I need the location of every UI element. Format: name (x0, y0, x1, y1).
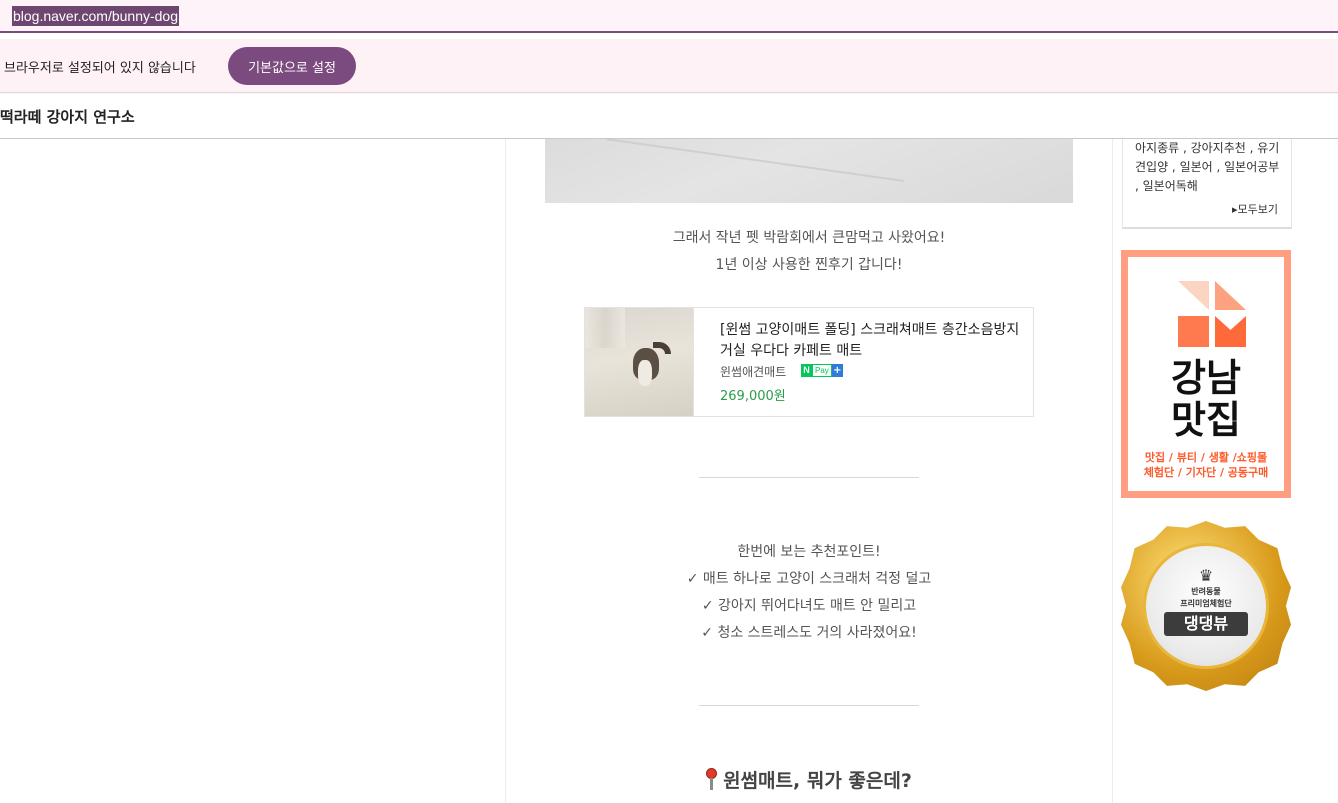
tag-list[interactable]: 아지종류 , 강아지추천 , 유기견입양 , 일본어 , 일본어공부 , 일본어… (1135, 139, 1285, 196)
product-thumbnail[interactable] (585, 308, 694, 416)
badge-inner: ♛ 반려동물 프리미엄체험단 댕댕뷰 (1143, 543, 1269, 669)
product-store: 윈썸애견매트 (720, 365, 787, 379)
crown-icon: ♛ (1198, 566, 1214, 585)
ad-inner: 강남 맛집 맛집 / 뷰티 / 생활 /쇼핑몰 체험단 / 기자단 / 공동구매 (1128, 257, 1284, 491)
npay-n-label: N (801, 364, 812, 377)
set-default-button[interactable]: 기본값으로 설정 (228, 47, 356, 85)
section-divider (699, 705, 919, 706)
post-image (545, 139, 1073, 203)
blog-header: 떡라떼 강아지 연구소 (0, 94, 1338, 139)
post-text-line: 그래서 작년 펫 박람회에서 큰맘먹고 사왔어요! (672, 230, 946, 246)
address-bar[interactable]: blog.naver.com/bunny-dog (0, 0, 1338, 33)
points-line: ✓ 청소 스트레스도 거의 사라졌어요! (701, 625, 917, 641)
tag-cloud-box: 아지종류 , 강아지추천 , 유기견입양 , 일본어 , 일본어공부 , 일본어… (1122, 139, 1292, 229)
badge-text: 프리미엄체험단 (1180, 599, 1232, 608)
points-line: ✓ 강아지 뛰어다녀도 매트 안 밀리고 (701, 598, 917, 614)
product-card[interactable]: [윈썸 고양이매트 폴딩] 스크래쳐매트 층간소음방지 거실 우다다 카페트 매… (584, 307, 1034, 417)
product-title[interactable]: [윈썸 고양이매트 폴딩] 스크래쳐매트 층간소음방지 거실 우다다 카페트 매… (720, 320, 1020, 362)
blog-title[interactable]: 떡라떼 강아지 연구소 (0, 106, 135, 127)
section-divider (699, 477, 919, 478)
badge-text: 반려동물 (1191, 587, 1221, 596)
ad-subtitle: 맛집 / 뷰티 / 생활 /쇼핑몰 체험단 / 기자단 / 공동구매 (1128, 450, 1284, 480)
view-all-link[interactable]: ▸모두보기 (1232, 201, 1278, 217)
url-text[interactable]: blog.naver.com/bunny-dog (12, 6, 179, 26)
default-browser-banner: 브라우저로 설정되어 있지 않습니다 기본값으로 설정 (0, 39, 1338, 93)
ad-title-line: 강남 (1171, 356, 1241, 400)
ad-logo-icon (1178, 281, 1246, 347)
npay-pay-label: Pay (812, 364, 832, 377)
post-text-line: 1년 이상 사용한 찐후기 갑니다! (715, 257, 903, 273)
content-right-border (1112, 139, 1113, 803)
npay-plus-label: + (831, 364, 843, 377)
ad-sub-line: 맛집 / 뷰티 / 생활 /쇼핑몰 (1144, 451, 1268, 464)
product-price: 269,000원 (720, 389, 786, 404)
ad-sub-line: 체험단 / 기자단 / 공동구매 (1143, 466, 1269, 479)
section-heading: 윈썸매트, 뭐가 좋은데? (545, 766, 1073, 793)
thumb-curtain (585, 308, 625, 348)
banner-message: 브라우저로 설정되어 있지 않습니다 (4, 61, 196, 76)
ad-title-line: 맛집 (1171, 398, 1241, 442)
ad-title: 강남 맛집 (1128, 357, 1284, 441)
content-left-border (505, 139, 506, 803)
gangnam-restaurant-ad[interactable]: 강남 맛집 맛집 / 뷰티 / 생활 /쇼핑몰 체험단 / 기자단 / 공동구매 (1121, 250, 1291, 498)
points-line: 한번에 보는 추천포인트! (737, 544, 881, 560)
daengdaeng-view-badge[interactable]: ♛ 반려동물 프리미엄체험단 댕댕뷰 (1121, 521, 1291, 691)
npay-plus-icon: N Pay + (801, 364, 843, 377)
points-line: ✓ 매트 하나로 고양이 스크래처 걱정 덜고 (686, 571, 932, 587)
badge-ribbon: 댕댕뷰 (1164, 612, 1248, 636)
cat-belly (638, 360, 652, 386)
section-heading-text: 윈썸매트, 뭐가 좋은데? (723, 770, 912, 792)
pushpin-icon (706, 768, 718, 790)
browser-window: blog.naver.com/bunny-dog 브라우저로 설정되어 있지 않… (0, 0, 1338, 803)
